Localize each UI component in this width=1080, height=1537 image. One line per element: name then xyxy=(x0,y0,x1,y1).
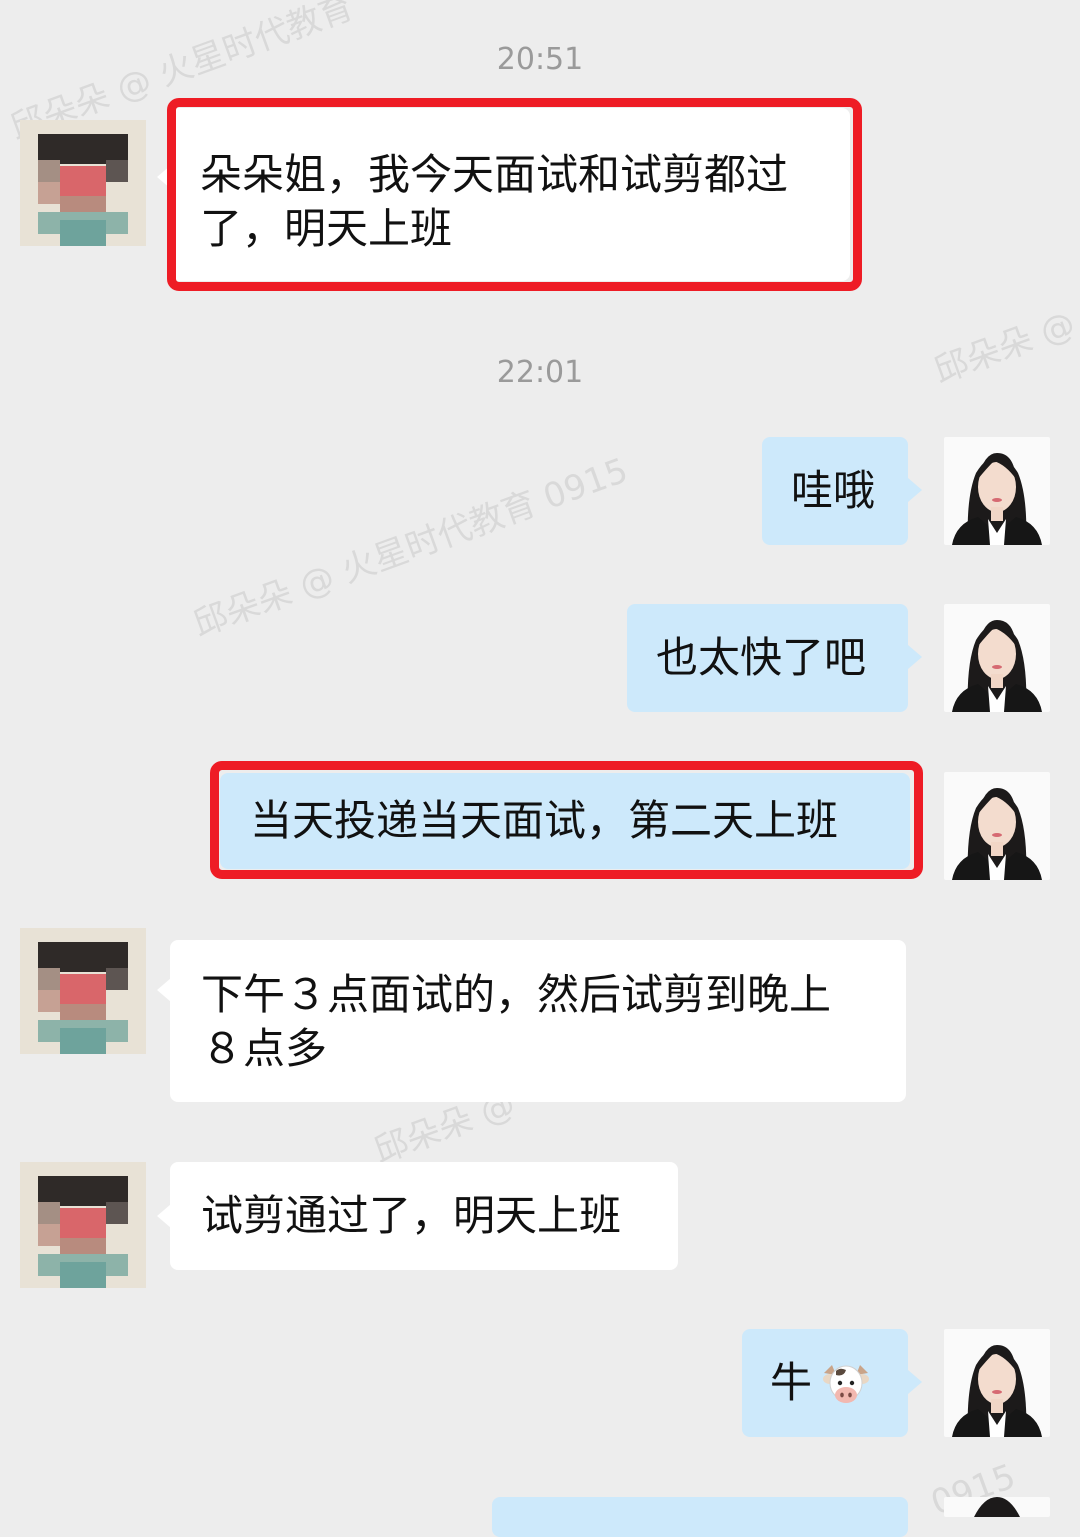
message-bubble[interactable]: 试剪通过了，明天上班 xyxy=(170,1162,678,1270)
timestamp: 22:01 xyxy=(496,355,584,390)
message-bubble-partial[interactable] xyxy=(492,1497,908,1537)
message-text: 下午３点面试的，然后试剪到晚上８点多 xyxy=(201,970,832,1073)
user-avatar[interactable] xyxy=(944,604,1050,712)
message-text: 牛 xyxy=(770,1358,813,1407)
user-avatar[interactable] xyxy=(944,772,1050,880)
user-avatar[interactable] xyxy=(944,1329,1050,1437)
user-avatar[interactable] xyxy=(944,1497,1050,1517)
message-bubble[interactable]: 下午３点面试的，然后试剪到晚上８点多 xyxy=(170,940,906,1102)
bubble-tail xyxy=(157,165,171,189)
message-text: 当天投递当天面试，第二天上班 xyxy=(250,796,839,845)
message-bubble[interactable]: 也太快了吧 xyxy=(627,604,908,712)
bubble-tail xyxy=(908,478,922,502)
cow-face-icon xyxy=(822,1361,870,1420)
message-text: 朵朵姐，我今天面试和试剪都过了，明天上班 xyxy=(200,150,789,253)
message-bubble[interactable]: 朵朵姐，我今天面试和试剪都过了，明天上班 xyxy=(170,108,850,281)
contact-avatar[interactable] xyxy=(20,120,146,246)
bubble-tail xyxy=(157,978,171,1002)
message-text: 试剪通过了，明天上班 xyxy=(201,1191,622,1240)
bubble-tail xyxy=(157,1204,171,1228)
message-text: 也太快了吧 xyxy=(656,633,867,682)
message-bubble[interactable]: 牛 xyxy=(742,1329,908,1437)
message-bubble[interactable]: 哇哦 xyxy=(762,437,908,545)
watermark: 邱朵朵 @ 火星时代教育 0915 xyxy=(188,450,634,646)
bubble-tail xyxy=(908,645,922,669)
contact-avatar[interactable] xyxy=(20,928,146,1054)
message-text: 哇哦 xyxy=(791,466,876,515)
timestamp: 20:51 xyxy=(496,42,584,77)
contact-avatar[interactable] xyxy=(20,1162,146,1288)
bubble-tail xyxy=(908,1370,922,1394)
message-bubble[interactable]: 当天投递当天面试，第二天上班 xyxy=(220,773,910,869)
user-avatar[interactable] xyxy=(944,437,1050,545)
